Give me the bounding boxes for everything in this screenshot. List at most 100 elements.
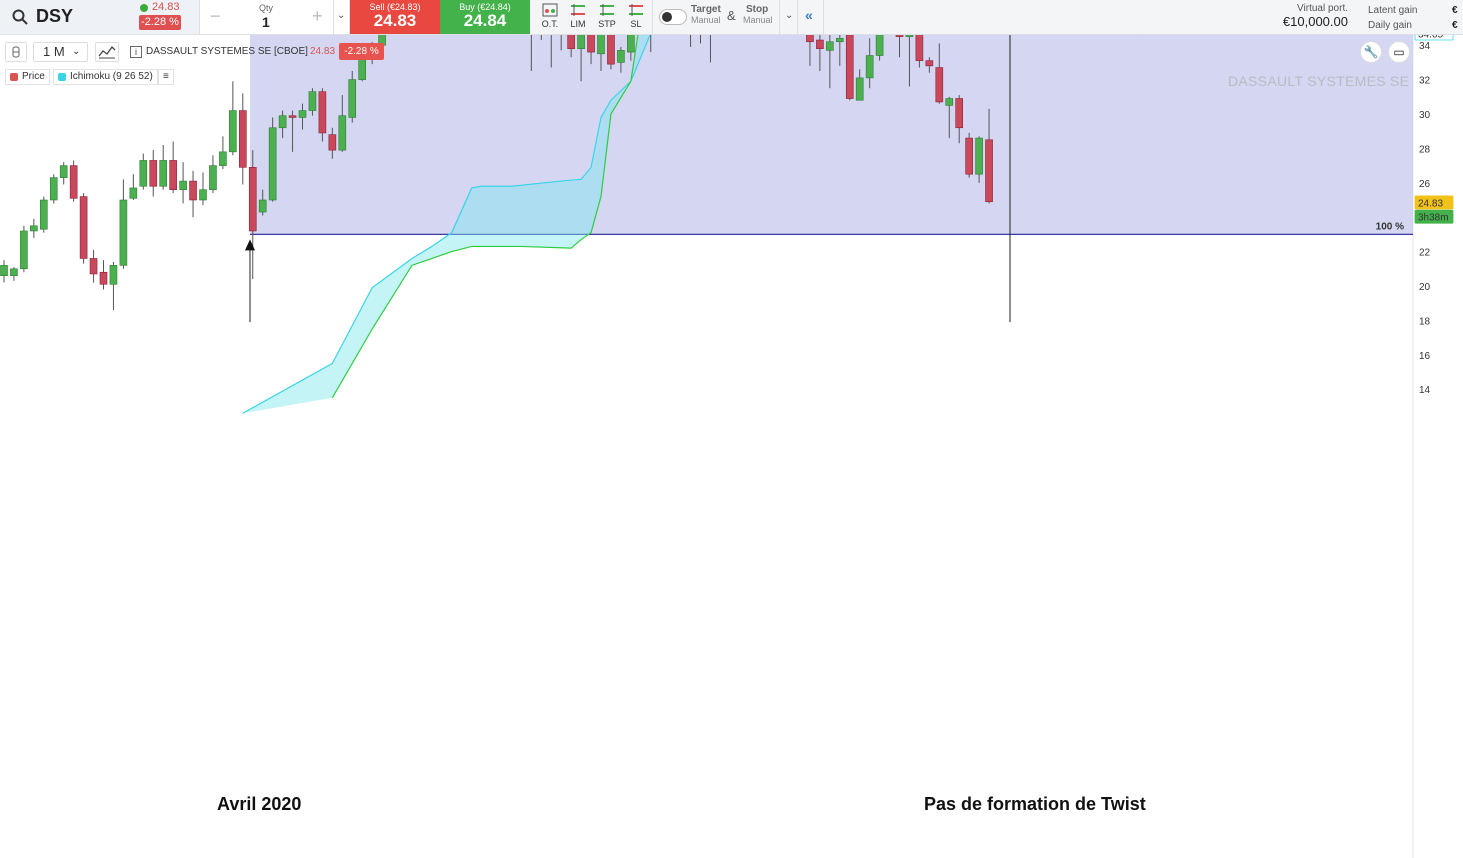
chart-settings-button[interactable]	[5, 42, 27, 62]
candle-body	[915, 35, 924, 61]
candle-body	[826, 41, 834, 51]
candle-body	[89, 258, 98, 275]
candle-body	[298, 110, 307, 118]
y-tick-label: 22	[1419, 248, 1431, 259]
target-stop-dropdown-button[interactable]: ⌄	[780, 0, 798, 34]
candle-body	[308, 91, 317, 111]
latent-gain-value: €	[1452, 5, 1458, 16]
candle-body	[627, 35, 635, 53]
candle-body	[0, 265, 8, 276]
legend-item-price[interactable]: Price	[5, 69, 50, 85]
candle-body	[119, 199, 128, 266]
target-stop-group: Target Manual & Stop Manual	[653, 0, 780, 34]
candle-body	[179, 180, 187, 190]
candle-body	[348, 79, 357, 118]
legend-list-button[interactable]: ≡	[158, 69, 174, 85]
chart-symbol-price: 24.83	[310, 46, 336, 57]
candle-body	[905, 35, 914, 37]
candle-body	[149, 160, 158, 187]
window-icon: ▭	[1393, 45, 1405, 59]
target-label: Target	[691, 4, 721, 15]
candle-body	[855, 77, 864, 101]
legend-item-ichimoku[interactable]: Ichimoku (9 26 52)	[53, 69, 158, 85]
fibonacci-zone-lower	[250, 35, 1413, 235]
order-type-group: O.T. LIM STP SL	[531, 0, 653, 34]
list-icon: ≡	[163, 71, 169, 82]
candle-body	[30, 225, 38, 232]
price-tag-label: 24.83	[1418, 198, 1443, 209]
candle-body	[935, 67, 944, 103]
indicators-button[interactable]	[95, 42, 119, 62]
symbol-selector[interactable]: DSY 24.83 -2.28 %	[0, 0, 200, 34]
symbol-price: 24.83	[152, 1, 180, 13]
y-tick-label: 32	[1419, 76, 1431, 87]
candle-body	[965, 137, 973, 175]
candle-body	[219, 151, 227, 166]
sell-price: 24.83	[373, 11, 417, 30]
candle-body	[945, 98, 954, 106]
order-type-ot[interactable]: O.T.	[536, 2, 564, 29]
target-stop-toggle[interactable]	[659, 9, 687, 25]
qty-input[interactable]: 1	[262, 14, 270, 30]
price-tag-label: 3h38m	[1418, 213, 1449, 224]
stop-mode: Manual	[743, 15, 773, 25]
double-chevron-left-icon: «	[805, 7, 813, 23]
order-type-stp[interactable]: STP	[593, 2, 621, 29]
virtual-port-value: €10,000.00	[1282, 14, 1348, 29]
candle-body	[258, 199, 267, 213]
candle-body	[79, 196, 88, 259]
candle-body	[338, 115, 347, 151]
ampersand: &	[727, 8, 736, 23]
candle-body	[159, 160, 167, 187]
buy-button[interactable]: Buy (€24.84) 24.84	[440, 0, 530, 34]
search-icon[interactable]	[12, 9, 28, 25]
chart-panel[interactable]: 0 %50 %100 %6058565452504846444240383634…	[0, 35, 1463, 858]
y-tick-label: 18	[1419, 316, 1431, 327]
candle-body	[607, 35, 615, 65]
qty-increase-button[interactable]: +	[312, 6, 323, 27]
candle-body	[816, 39, 824, 49]
candle-body	[20, 230, 28, 270]
qty-decrease-button[interactable]: −	[210, 6, 221, 27]
order-type-sl[interactable]: SL	[622, 2, 650, 29]
candle-body	[169, 160, 177, 190]
trading-toolbar: DSY 24.83 -2.28 % − Qty 1 + ⌄ Sell (€24.…	[0, 0, 1463, 35]
interval-select[interactable]: 1 M ⌄	[33, 42, 88, 62]
order-ot-icon	[542, 3, 558, 17]
chart-tools-button[interactable]: 🔧	[1360, 41, 1382, 63]
order-sl-icon	[629, 4, 643, 16]
price-chart[interactable]: 0 %50 %100 %6058565452504846444240383634…	[0, 35, 1463, 858]
chart-window-button[interactable]: ▭	[1388, 41, 1410, 63]
candle-body	[288, 115, 297, 118]
candle-body	[895, 35, 904, 37]
candle-body	[587, 35, 595, 53]
order-type-lim[interactable]: LIM	[564, 2, 592, 29]
wrench-icon: 🔧	[1363, 45, 1379, 59]
order-stp-icon	[600, 4, 614, 16]
chevron-down-icon: ⌄	[72, 46, 81, 57]
candle-body	[925, 60, 934, 67]
info-icon[interactable]: i	[130, 46, 142, 58]
chart-symbol-change-badge: -2.28 %	[339, 43, 384, 60]
candle-body	[845, 35, 854, 99]
sell-button[interactable]: Sell (€24.83) 24.83	[350, 0, 440, 34]
market-open-dot-icon	[140, 4, 148, 12]
chevron-down-icon: ⌄	[785, 10, 794, 21]
daily-gain-value: €	[1452, 20, 1458, 31]
candle-body	[865, 55, 874, 79]
qty-dropdown-button[interactable]: ⌄	[334, 0, 350, 34]
fibonacci-level-label: 100 %	[1376, 221, 1404, 232]
candle-body	[69, 165, 78, 199]
annotation-label: Avril 2020	[217, 794, 301, 814]
candle-body	[189, 180, 197, 201]
order-type-label: SL	[630, 19, 642, 29]
chevron-down-icon: ⌄	[337, 10, 346, 21]
collapse-toolbar-button[interactable]: «	[798, 0, 824, 34]
gain-labels: Latent gain Daily gain	[1368, 3, 1418, 33]
candle-body	[49, 177, 58, 201]
qty-label: Qty	[259, 3, 274, 13]
candle-body	[268, 127, 277, 201]
daily-gain-label: Daily gain	[1368, 20, 1412, 31]
candle-body	[358, 58, 367, 80]
toggle-knob	[662, 12, 672, 22]
